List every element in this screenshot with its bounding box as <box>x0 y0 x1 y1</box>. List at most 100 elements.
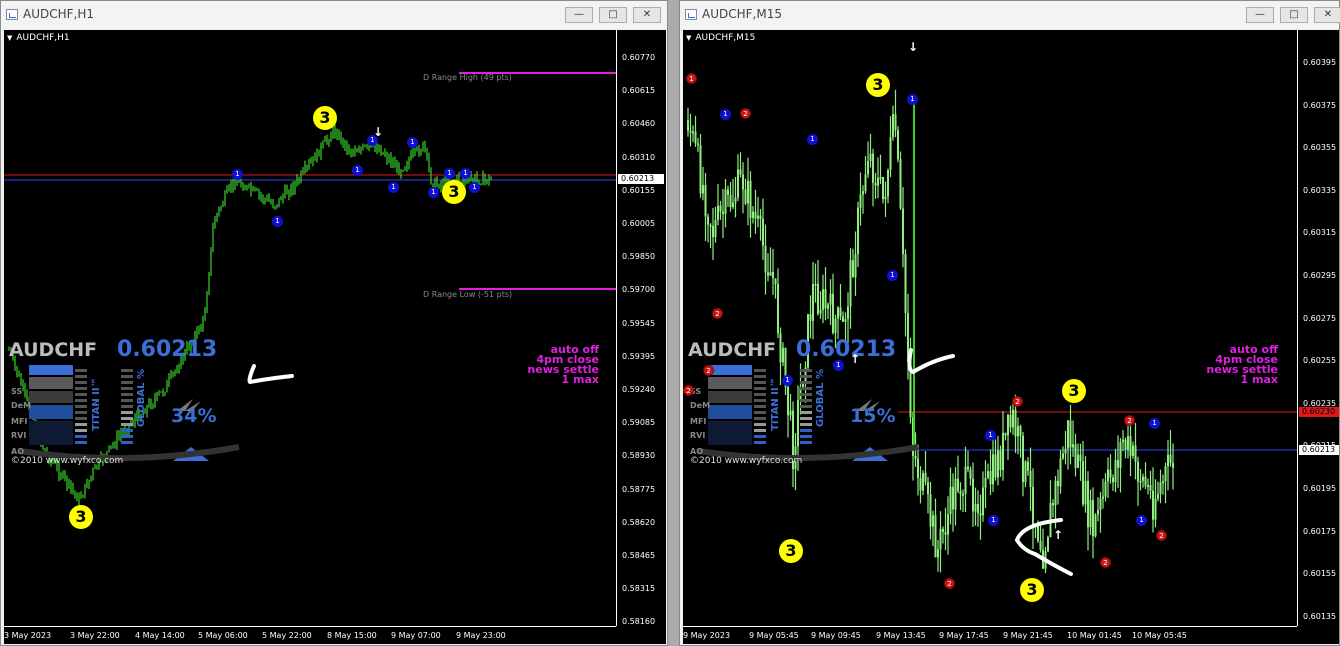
candle-body <box>1032 486 1034 527</box>
candle-body <box>982 487 984 516</box>
candle-body <box>842 316 844 322</box>
minimize-button[interactable]: — <box>565 7 593 23</box>
time-tick-label: 10 May 05:45 <box>1132 631 1187 640</box>
candle-body <box>879 177 882 180</box>
auto-status-box: auto off 4pm close news settle 1 max <box>504 344 599 385</box>
widget-side-label: RVI <box>690 431 706 440</box>
candle-body <box>1012 409 1014 428</box>
candle-body <box>817 283 819 314</box>
candle-body <box>824 289 827 309</box>
price-tick-label: 0.60355 <box>1303 143 1337 153</box>
candle-body <box>742 174 744 190</box>
signal-dot: 1 <box>686 73 697 84</box>
candle-body <box>869 153 872 161</box>
signal-dot: 2 <box>740 108 751 119</box>
price-axis[interactable]: 0.60395 0.60375 0.60355 0.60335 0.60315 0.602… <box>1297 30 1339 626</box>
candle-body <box>1084 480 1087 505</box>
range-low-label: D Range Low (-51 pts) <box>423 290 513 299</box>
price-tick-label: 0.59085 <box>622 418 656 428</box>
candle-body <box>942 528 944 532</box>
candle-body <box>894 114 897 131</box>
buy-arrow-icon: ↑ <box>1053 528 1064 542</box>
candle-body <box>859 194 862 208</box>
candle-body <box>1077 454 1079 468</box>
signal-dot: 1 <box>1136 515 1147 526</box>
candle-body <box>687 120 689 131</box>
signal-dot: 2 <box>712 308 723 319</box>
candle-body <box>1092 500 1094 537</box>
candle-body <box>1094 514 1097 537</box>
sell-arrow-icon: ↓ <box>373 125 384 139</box>
price-tick-label: 0.60335 <box>1303 185 1337 195</box>
candle-body <box>999 450 1002 470</box>
price-tick-label: 0.60255 <box>1303 356 1337 366</box>
price-tick-label: 0.60770 <box>622 53 656 62</box>
candle-body <box>1007 414 1009 436</box>
window-titlebar[interactable]: AUDCHF,H1 — □ ✕ <box>1 1 667 29</box>
candle-body <box>1054 480 1057 506</box>
maximize-button[interactable]: □ <box>1280 7 1308 23</box>
signal-dot: 1 <box>444 168 455 179</box>
candle-body <box>1164 466 1167 482</box>
price-tick-label: 0.59395 <box>622 351 656 361</box>
price-tick-label: 0.60135 <box>1303 611 1337 621</box>
candle-body <box>724 189 727 214</box>
signal-dot: 2 <box>1124 415 1135 426</box>
titan-widget: AUDCHF 0.60213 TITAN II™ GLOBAL % 34% SS… <box>9 337 249 469</box>
candle-body <box>989 471 992 485</box>
minimize-button[interactable]: — <box>1246 7 1274 23</box>
auto-status-box: auto off 4pm close news settle 1 max <box>1183 344 1278 385</box>
candle-body <box>1087 480 1089 528</box>
price-chart-h1[interactable]: AUDCHF,H1 D Range High (49 pts) D Range … <box>4 30 666 644</box>
wave-count-badge: 3 <box>779 539 803 563</box>
candle-body <box>932 515 934 527</box>
time-axis[interactable]: 3 May 2023 3 May 22:00 4 May 14:00 5 May 06… <box>4 626 616 644</box>
time-tick-label: 5 May 22:00 <box>262 631 312 640</box>
signal-dot: 2 <box>1012 396 1023 407</box>
candle-body <box>922 473 924 491</box>
window-titlebar[interactable]: AUDCHF,M15 — □ ✕ <box>680 1 1340 29</box>
buy-arrow-icon: ↑ <box>850 352 861 366</box>
candle-body <box>737 169 739 198</box>
price-chart-m15[interactable]: AUDCHF,M15 0.603950.603750.603550.603350… <box>683 30 1339 644</box>
close-button[interactable]: ✕ <box>633 7 661 23</box>
candle-body <box>762 219 764 246</box>
widget-price: 0.60213 <box>796 337 897 362</box>
price-tick-label: 0.58930 <box>622 451 656 461</box>
price-axis[interactable]: 0.60770 0.60615 0.60460 0.60310 0.60155 0.600… <box>616 30 666 626</box>
candle-body <box>997 450 999 478</box>
time-tick-label: 9 May 23:00 <box>456 631 506 640</box>
signal-dot: 2 <box>1100 557 1111 568</box>
candle-body <box>924 473 927 483</box>
candle-body <box>952 486 954 510</box>
candle-body <box>937 549 939 558</box>
time-tick-label: 9 May 09:45 <box>811 631 861 640</box>
time-axis[interactable]: 9 May 2023 9 May 05:45 9 May 09:45 9 May 13… <box>683 626 1297 644</box>
candle-body <box>759 215 762 220</box>
candle-body <box>852 260 854 278</box>
price-tick-label: 0.58160 <box>622 617 656 627</box>
candle-body <box>947 514 949 535</box>
candle-body <box>1114 460 1117 483</box>
candle-body <box>1167 454 1169 467</box>
candle-body <box>704 185 707 217</box>
time-tick-label: 9 May 07:00 <box>391 631 441 640</box>
maximize-button[interactable]: □ <box>599 7 627 23</box>
candle-body <box>949 486 952 515</box>
price-tick-label: 0.60460 <box>622 119 656 129</box>
candle-body <box>1149 485 1152 491</box>
candle-body <box>1159 482 1162 494</box>
candle-body <box>1129 436 1132 456</box>
candle-body <box>1147 485 1149 488</box>
candle-body <box>729 194 732 208</box>
candle-body <box>1124 439 1127 450</box>
candle-body <box>897 130 899 160</box>
candle-body <box>1097 509 1099 515</box>
price-tick-label: 0.58315 <box>622 584 656 594</box>
close-button[interactable]: ✕ <box>1314 7 1340 23</box>
candle-body <box>1004 432 1007 436</box>
candle-body <box>774 278 777 285</box>
widget-percent: 34% <box>171 405 217 427</box>
candle-body <box>874 182 877 186</box>
candle-body <box>887 170 889 197</box>
